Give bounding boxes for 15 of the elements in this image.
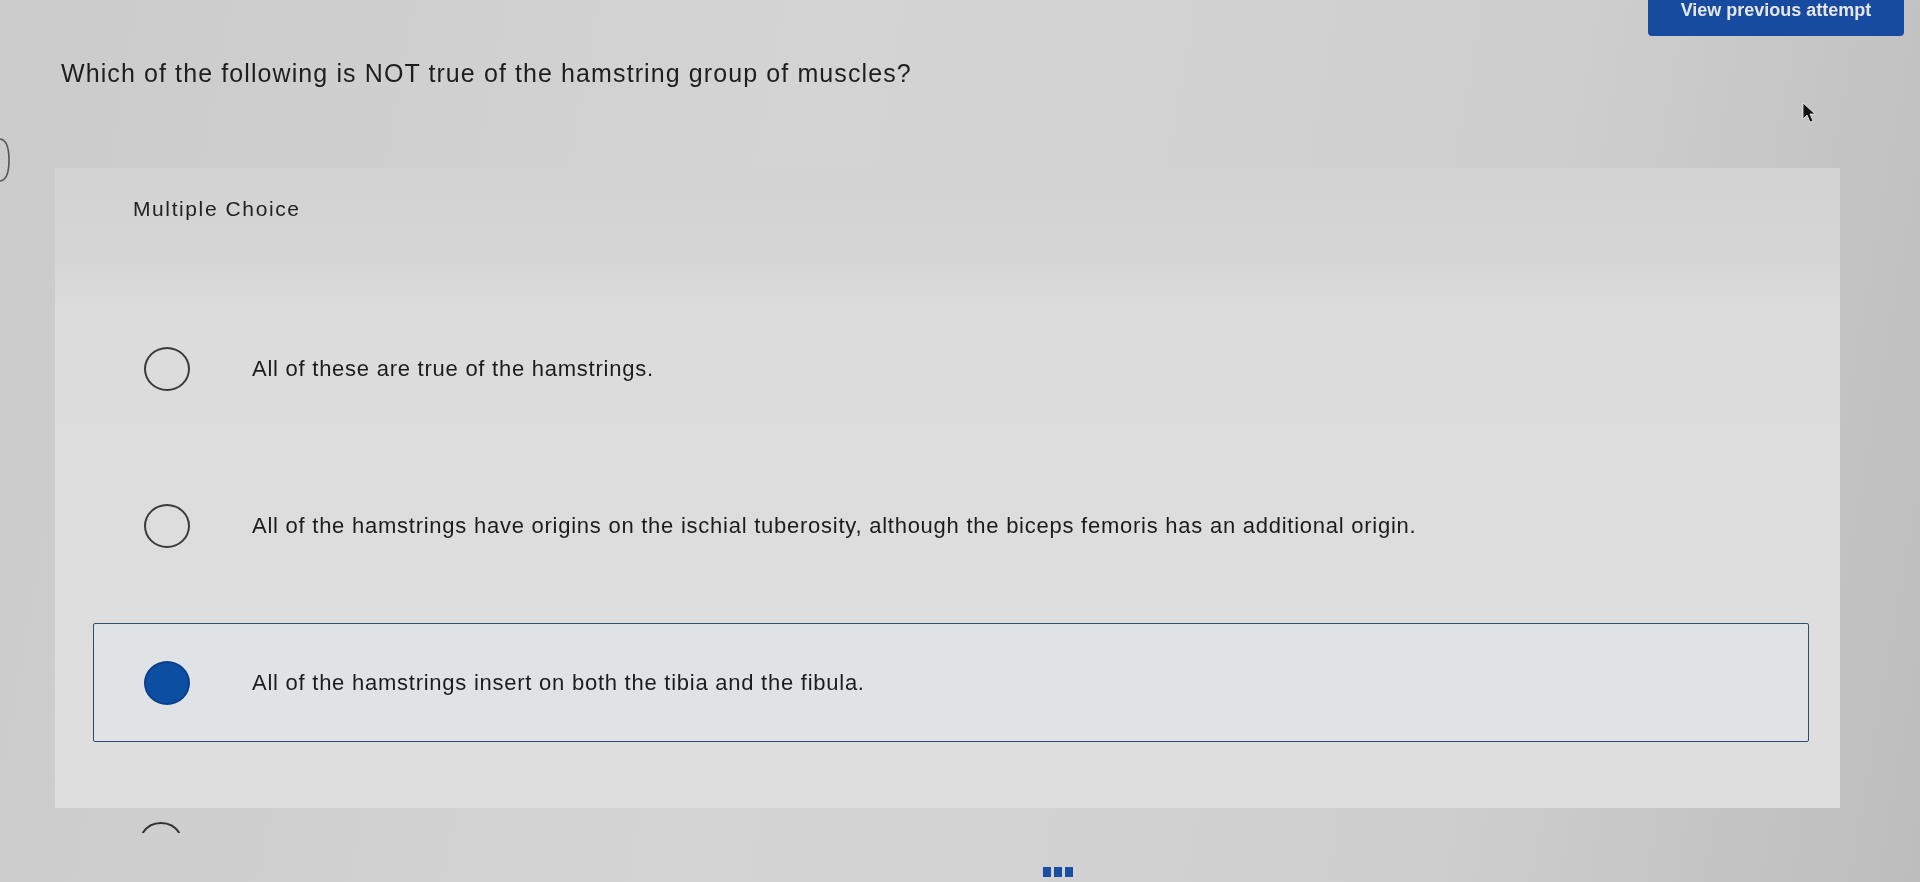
radio-button[interactable] [144,503,190,548]
cursor-icon [1802,102,1816,124]
selected-answer-option[interactable]: All of the hamstrings insert on both the tibia and the fibula. [93,623,1809,742]
question-text: Which of the following is NOT true of the hamstring group of muscles? [61,58,912,88]
question-type-label: Multiple Choice [133,196,301,222]
answer-option[interactable]: All of these are true of the hamstrings. [93,309,1809,428]
answer-option[interactable]: All of the hamstrings have origins on the ischial tuberosity, although the biceps femoris has an additional origin. [93,466,1809,585]
radio-button[interactable] [144,660,190,705]
view-previous-attempt-button[interactable]: View previous attempt [1648,0,1904,36]
radio-button[interactable] [144,346,190,391]
option-text: All of the hamstrings have origins on the ischial tuberosity, although the biceps femoris has an additional origin. [252,512,1417,539]
option-text: All of the hamstrings insert on both the tibia and the fibula. [252,669,865,696]
grid-icon[interactable] [1043,867,1073,877]
option-text: All of these are true of the hamstrings. [252,355,654,382]
arc-icon [0,138,10,182]
